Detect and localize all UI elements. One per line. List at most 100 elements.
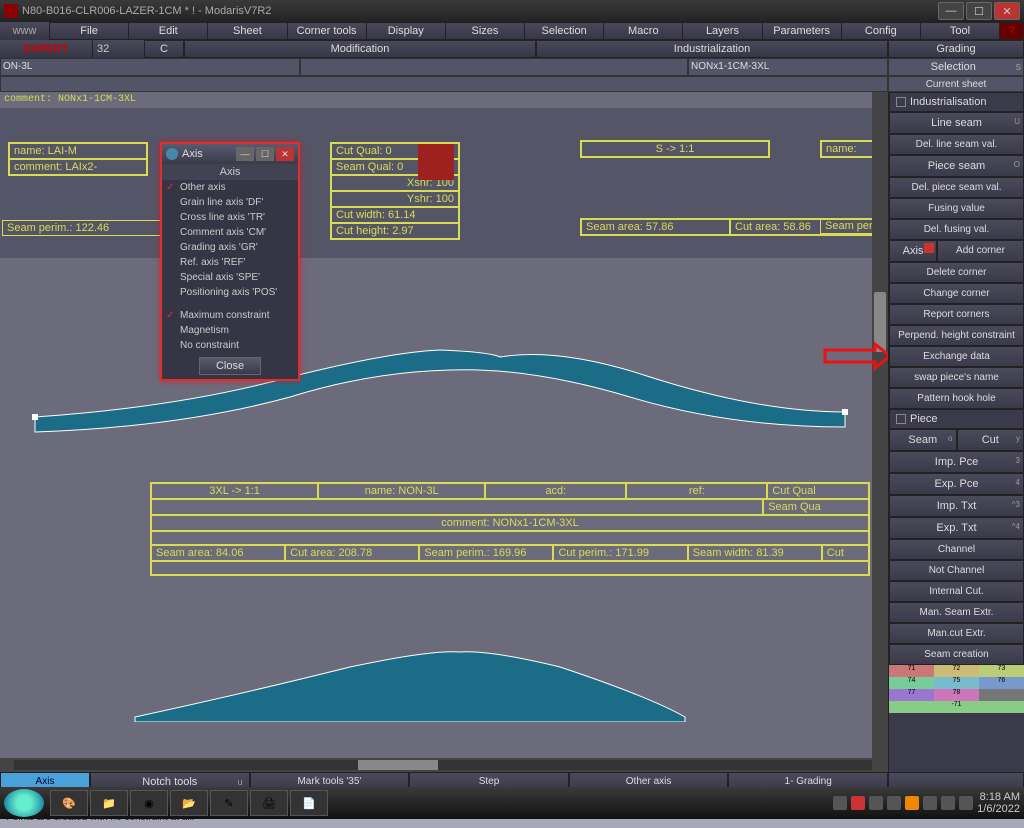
btn-exchange-data[interactable]: Exchange data — [889, 346, 1024, 367]
system-tray[interactable]: 8:18 AM 1/6/2022 — [833, 791, 1020, 815]
opt-positioning-axis[interactable]: Positioning axis 'POS' — [162, 285, 298, 300]
horizontal-scrollbar[interactable] — [0, 758, 888, 772]
opt-max-constraint[interactable]: Maximum constraint — [162, 308, 298, 323]
tray-icon-3[interactable] — [887, 796, 901, 810]
opt-special-axis[interactable]: Special axis 'SPE' — [162, 270, 298, 285]
opt-magnetism[interactable]: Magnetism — [162, 323, 298, 338]
axis-dialog-icon — [166, 148, 178, 160]
menu-sizes[interactable]: Sizes — [446, 22, 525, 40]
btn-seam[interactable]: Seamo — [889, 429, 957, 451]
axis-dialog-title-bar[interactable]: Axis — ☐ ✕ — [162, 144, 298, 164]
menu-help[interactable]: ? — [1000, 22, 1024, 40]
dialog-minimize-button[interactable]: — — [236, 147, 254, 161]
menu-corner-tools[interactable]: Corner tools — [288, 22, 367, 40]
pattern-piece-1[interactable] — [30, 322, 850, 442]
btn-perpend-height[interactable]: Perpend. height constraint — [889, 325, 1024, 346]
pattern-piece-2[interactable] — [130, 642, 690, 722]
section-industrialisation[interactable]: Industrialisation — [889, 92, 1024, 112]
tray-icon-v[interactable] — [851, 796, 865, 810]
opt-other-axis[interactable]: Other axis — [162, 180, 298, 195]
btn-imp-txt[interactable]: Imp. Txt^3 — [889, 495, 1024, 517]
btn-del-piece-seam-val[interactable]: Del. piece seam val. — [889, 177, 1024, 198]
btn-del-line-seam-val[interactable]: Del. line seam val. — [889, 134, 1024, 155]
btn-imp-pce[interactable]: Imp. Pce3 — [889, 451, 1024, 473]
opt-grading-axis[interactable]: Grading axis 'GR' — [162, 240, 298, 255]
submenu-industrialization[interactable]: Industrialization — [536, 40, 888, 58]
btn-swap-piece-name[interactable]: swap piece's name — [889, 367, 1024, 388]
start-button[interactable] — [4, 789, 44, 817]
task-icon-explorer[interactable]: 📁 — [90, 790, 128, 816]
task-icon-paint[interactable]: 🎨 — [50, 790, 88, 816]
task-icon-print[interactable]: 🖨 — [250, 790, 288, 816]
task-icon-note[interactable]: 📄 — [290, 790, 328, 816]
task-icon-chrome[interactable]: ◉ — [130, 790, 168, 816]
btn-change-corner[interactable]: Change corner — [889, 283, 1024, 304]
task-icon-app[interactable]: ✎ — [210, 790, 248, 816]
opt-ref-axis[interactable]: Ref. axis 'REF' — [162, 255, 298, 270]
menu-parameters[interactable]: Parameters — [763, 22, 842, 40]
btn-internal-cut[interactable]: Internal Cut. — [889, 581, 1024, 602]
menu-tool[interactable]: Tool — [921, 22, 1000, 40]
dialog-close-button[interactable]: ✕ — [276, 147, 294, 161]
menu-config[interactable]: Config — [842, 22, 921, 40]
tray-icon-4[interactable] — [905, 796, 919, 810]
header-selection[interactable]: Selections — [888, 58, 1024, 76]
minimize-button[interactable]: — — [938, 2, 964, 20]
axis-close-button[interactable]: Close — [199, 357, 261, 375]
menu-sheet[interactable]: Sheet — [208, 22, 287, 40]
arrow-annotation — [825, 342, 888, 372]
btn-report-corners[interactable]: Report corners — [889, 304, 1024, 325]
dialog-maximize-button[interactable]: ☐ — [256, 147, 274, 161]
btn-seam-creation[interactable]: Seam creation — [889, 644, 1024, 665]
maximize-button[interactable]: ☐ — [966, 2, 992, 20]
btn-line-seam[interactable]: Line seamU — [889, 112, 1024, 134]
menu-selection[interactable]: Selection — [525, 22, 604, 40]
btn-axis[interactable]: Axis — [889, 240, 937, 262]
tray-icon-vol[interactable] — [941, 796, 955, 810]
btn-cut[interactable]: Cuty — [957, 429, 1024, 451]
btn-exp-txt[interactable]: Exp. Txt^4 — [889, 517, 1024, 539]
section-piece[interactable]: Piece — [889, 409, 1024, 429]
right-panel: Industrialisation Line seamU Del. line s… — [888, 92, 1024, 772]
btn-exp-pce[interactable]: Exp. Pce4 — [889, 473, 1024, 495]
submenu-grading[interactable]: Grading — [888, 40, 1024, 58]
btn-not-channel[interactable]: Not Channel — [889, 560, 1024, 581]
header-strip-2: Current sheet — [0, 76, 1024, 92]
btn-channel[interactable]: Channel — [889, 539, 1024, 560]
tray-icon[interactable] — [833, 796, 847, 810]
info-top-right-scale: S -> 1:1 — [580, 140, 770, 158]
btn-add-corner[interactable]: Add corner — [937, 240, 1024, 262]
opt-grain-line[interactable]: Grain line axis 'DF' — [162, 195, 298, 210]
btn-pattern-hook-hole[interactable]: Pattern hook hole — [889, 388, 1024, 409]
color-grid: 71 72 73 74 75 76 77 78 -71 — [889, 665, 1024, 713]
opt-no-constraint[interactable]: No constraint — [162, 338, 298, 353]
tray-icon-net[interactable] — [923, 796, 937, 810]
header-current-sheet[interactable]: Current sheet — [888, 76, 1024, 92]
btn-mancut-extr[interactable]: Man.cut Extr. — [889, 623, 1024, 644]
menu-layers[interactable]: Layers — [683, 22, 762, 40]
comment-label: comment: NONx1-1CM-3XL — [4, 94, 136, 105]
canvas[interactable]: comment: NONx1-1CM-3XL name: LAI-M comme… — [0, 92, 888, 772]
expert-label: EXPERT — [0, 40, 92, 58]
menu-file[interactable]: File — [50, 22, 129, 40]
menu-macro[interactable]: Macro — [604, 22, 683, 40]
opt-cross-line[interactable]: Cross line axis 'TR' — [162, 210, 298, 225]
window-close-button[interactable]: ✕ — [994, 2, 1020, 20]
axis-add-corner-row: Axis Add corner — [889, 240, 1024, 262]
menu-edit[interactable]: Edit — [129, 22, 208, 40]
vertical-scrollbar[interactable] — [872, 92, 888, 772]
www-label[interactable]: www — [0, 22, 50, 40]
menu-display[interactable]: Display — [367, 22, 446, 40]
tray-icon-flag[interactable] — [959, 796, 973, 810]
taskbar-clock[interactable]: 8:18 AM 1/6/2022 — [977, 791, 1020, 815]
opt-comment-axis[interactable]: Comment axis 'CM' — [162, 225, 298, 240]
tray-icon-2[interactable] — [869, 796, 883, 810]
btn-del-fusing-val[interactable]: Del. fusing val. — [889, 219, 1024, 240]
btn-man-seam-extr[interactable]: Man. Seam Extr. — [889, 602, 1024, 623]
btn-fusing-value[interactable]: Fusing value — [889, 198, 1024, 219]
btn-delete-corner[interactable]: Delete corner — [889, 262, 1024, 283]
btn-piece-seam[interactable]: Piece seamO — [889, 155, 1024, 177]
submenu-modification[interactable]: Modification — [184, 40, 536, 58]
submenu-c[interactable]: C — [144, 40, 184, 58]
task-icon-folder[interactable]: 📂 — [170, 790, 208, 816]
